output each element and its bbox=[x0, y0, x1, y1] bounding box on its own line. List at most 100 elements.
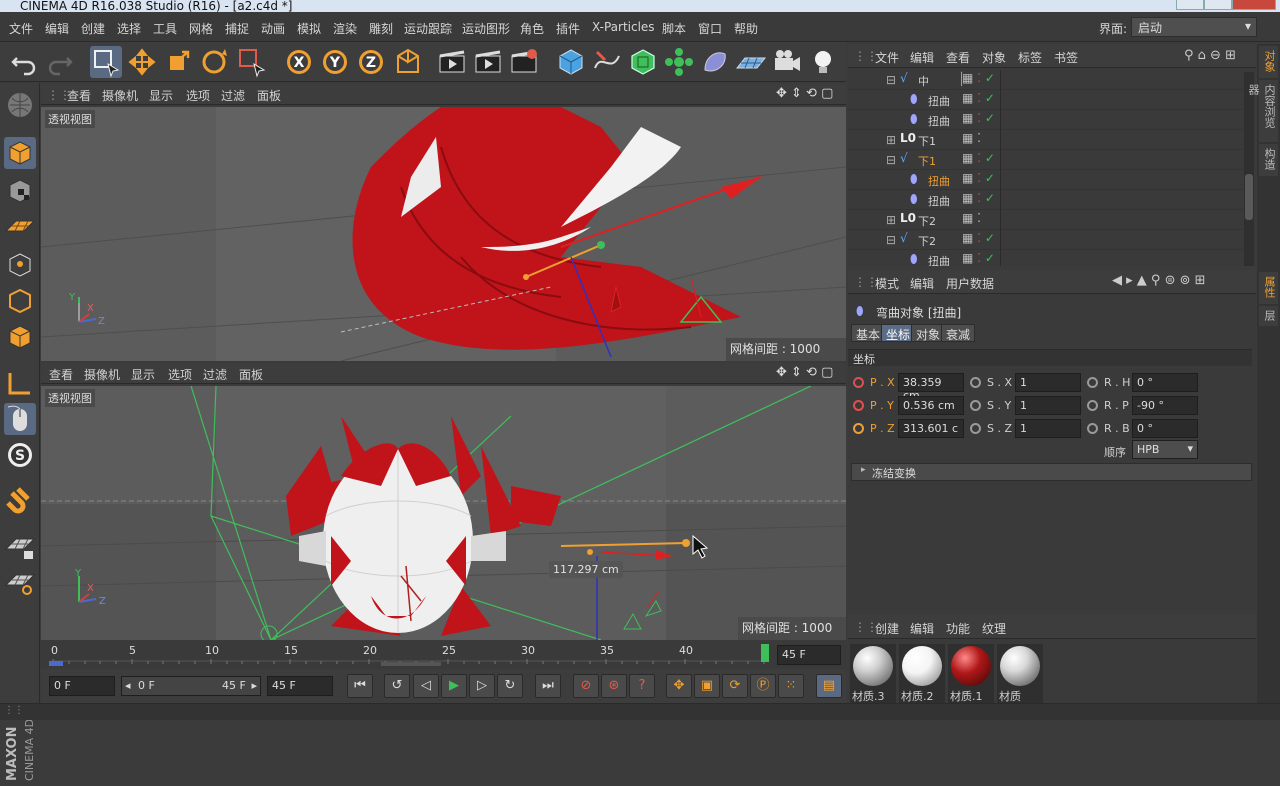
object-tree-scrollbar[interactable] bbox=[1244, 72, 1254, 266]
expand-icon[interactable]: ⊞ bbox=[886, 133, 896, 147]
add-generator-button[interactable] bbox=[627, 46, 659, 78]
rb-keyframe-icon[interactable] bbox=[1087, 423, 1098, 434]
previous-key-button[interactable]: ↺ bbox=[384, 674, 410, 698]
vp-top-menu-filter[interactable]: 过滤 bbox=[221, 87, 245, 104]
workplane-mode-button[interactable] bbox=[4, 211, 36, 243]
timeline[interactable]: 0 5 10 15 20 25 30 35 40 45 F bbox=[41, 641, 846, 669]
menu-help[interactable]: 帮助 bbox=[734, 20, 758, 37]
am-nav-icons[interactable]: ◀ ▸ ▲ ⚲ ⊜ ⊚ ⊞ bbox=[1112, 273, 1206, 288]
dock-tab-content-browser[interactable]: 内容浏览器 bbox=[1247, 80, 1278, 142]
next-key-button[interactable]: ↻ bbox=[497, 674, 523, 698]
layer-check-icons[interactable]: ▦ ⁚ ✓ bbox=[962, 111, 995, 125]
om-toolbar-icons[interactable]: ⚲ ⌂ ⊖ ⊞ bbox=[1184, 48, 1236, 63]
expand-icon[interactable]: ⊞ bbox=[886, 213, 896, 227]
viewport-nav-icons[interactable]: ✥ ⇕ ⟲ ▢ bbox=[776, 86, 833, 101]
vp-top-menu-panel[interactable]: 面板 bbox=[257, 87, 281, 104]
add-cube-button[interactable] bbox=[555, 46, 587, 78]
layer-check-icons[interactable]: ▦ ⁚ ✓ bbox=[962, 151, 995, 165]
add-deformer-button[interactable] bbox=[699, 46, 731, 78]
make-editable-button[interactable] bbox=[4, 89, 36, 121]
next-frame-button[interactable]: ▷ bbox=[469, 674, 495, 698]
menu-mograph[interactable]: 运动图形 bbox=[462, 20, 510, 37]
tree-row[interactable]: ⊟ √ 下2 ▦ ⁚ ✓ bbox=[848, 230, 1243, 250]
viewport-bottom-label[interactable]: 透视视图 bbox=[45, 389, 95, 407]
layer-check-icons[interactable]: ▦ ⁚ ✓ bbox=[962, 171, 995, 185]
material-swatch[interactable]: 材质 bbox=[997, 644, 1043, 704]
menu-script[interactable]: 脚本 bbox=[662, 20, 686, 37]
tree-row[interactable]: ⊞ L0 下1 ▦ ⁚ bbox=[848, 130, 1243, 150]
layer-check-icons[interactable]: ▦ ⁚ ✓ bbox=[962, 231, 995, 245]
viewport-top-canvas[interactable]: Y Z X 透视视图 网格间距 : 1000 cm bbox=[41, 107, 846, 361]
om-menu-view[interactable]: 查看 bbox=[946, 49, 970, 66]
layer-check-icons[interactable]: ▦ ⁚ ✓ bbox=[962, 191, 995, 205]
maximize-button[interactable] bbox=[1204, 0, 1232, 10]
rp-field[interactable]: -90 ° bbox=[1132, 396, 1198, 415]
menu-tools[interactable]: 工具 bbox=[153, 20, 177, 37]
vp-bottom-menu-options[interactable]: 选项 bbox=[168, 366, 192, 383]
viewport-top[interactable]: ⋮⋮ 查看 摄像机 显示 选项 过滤 面板 ✥ ⇕ ⟲ ▢ Y Z X 透视视图… bbox=[41, 84, 846, 361]
om-menu-edit[interactable]: 编辑 bbox=[910, 49, 934, 66]
current-frame-field[interactable]: 0 F bbox=[49, 676, 115, 696]
vp-top-menu-camera[interactable]: 摄像机 bbox=[102, 87, 138, 104]
py-keyframe-icon[interactable] bbox=[853, 400, 864, 411]
menu-x-particles[interactable]: X-Particles bbox=[592, 20, 655, 34]
lock-workplane-button[interactable] bbox=[4, 529, 36, 561]
menu-create[interactable]: 创建 bbox=[81, 20, 105, 37]
expand-icon[interactable]: ⊟ bbox=[886, 153, 896, 167]
add-spline-button[interactable] bbox=[591, 46, 623, 78]
tab-coord[interactable]: 坐标 bbox=[881, 324, 916, 342]
material-swatch[interactable]: 材质.1 bbox=[948, 644, 994, 704]
dock-tab-layers[interactable]: 层 bbox=[1259, 306, 1278, 326]
om-menu-bookmarks[interactable]: 书签 bbox=[1054, 49, 1078, 66]
polygons-mode-button[interactable] bbox=[4, 321, 36, 353]
py-field[interactable]: 0.536 cm bbox=[898, 396, 964, 415]
om-menu-tags[interactable]: 标签 bbox=[1018, 49, 1042, 66]
menu-sculpt[interactable]: 雕刻 bbox=[369, 20, 393, 37]
menu-file[interactable]: 文件 bbox=[9, 20, 33, 37]
go-to-start-button[interactable]: ⏮ bbox=[347, 674, 373, 698]
px-field[interactable]: 38.359 cm bbox=[898, 373, 964, 402]
menu-simulate[interactable]: 模拟 bbox=[297, 20, 321, 37]
menu-select[interactable]: 选择 bbox=[117, 20, 141, 37]
vp-bottom-menu-panel[interactable]: 面板 bbox=[239, 366, 263, 383]
tree-row[interactable]: ⊟ √ 中 │ ▦ ⁚ ✓ bbox=[848, 70, 1243, 90]
am-menu-userdata[interactable]: 用户数据 bbox=[946, 275, 994, 292]
viewport-top-label[interactable]: 透视视图 bbox=[45, 110, 95, 128]
max-frame-field[interactable]: 45 F bbox=[267, 676, 333, 696]
am-menu-mode[interactable]: 模式 bbox=[875, 275, 899, 292]
rb-field[interactable]: 0 ° bbox=[1132, 419, 1198, 438]
sx-field[interactable]: 1 bbox=[1015, 373, 1081, 392]
am-menu-edit[interactable]: 编辑 bbox=[910, 275, 934, 292]
mm-menu-create[interactable]: 创建 bbox=[875, 620, 899, 637]
mm-menu-edit[interactable]: 编辑 bbox=[910, 620, 934, 637]
tree-row[interactable]: ⊟ √ 下1 ▦ ⁚ ✓ bbox=[848, 150, 1243, 170]
expand-icon[interactable]: ⊟ bbox=[886, 73, 896, 87]
expand-icon[interactable]: ⊟ bbox=[886, 233, 896, 247]
tree-row[interactable]: ⊞ L0 下2 ▦ ⁚ bbox=[848, 210, 1243, 230]
key-parameter-button[interactable]: Ⓟ bbox=[750, 674, 776, 698]
layer-check-icons[interactable]: ▦ ⁚ ✓ bbox=[962, 71, 995, 85]
scale-button[interactable] bbox=[162, 46, 194, 78]
end-frame-field[interactable]: 45 F bbox=[777, 645, 841, 665]
autokeying-button[interactable]: ⊛ bbox=[601, 674, 627, 698]
key-position-button[interactable]: ✥ bbox=[666, 674, 692, 698]
vp-bottom-menu-display[interactable]: 显示 bbox=[131, 366, 155, 383]
undo-button[interactable] bbox=[8, 46, 40, 78]
rotate-button[interactable] bbox=[198, 46, 230, 78]
timeline-window-button[interactable]: ▤ bbox=[816, 674, 842, 698]
go-to-end-button[interactable]: ⏭ bbox=[535, 674, 561, 698]
layer-check-icons[interactable]: ▦ ⁚ ✓ bbox=[962, 91, 995, 105]
order-select[interactable]: HPB ▾ bbox=[1132, 440, 1198, 459]
lock-x-axis-button[interactable]: X bbox=[283, 46, 315, 78]
pz-keyframe-icon[interactable] bbox=[853, 423, 864, 434]
add-floor-button[interactable] bbox=[735, 46, 767, 78]
menu-render[interactable]: 渲染 bbox=[333, 20, 357, 37]
add-camera-button[interactable] bbox=[771, 46, 803, 78]
om-menu-file[interactable]: 文件 bbox=[875, 49, 899, 66]
tab-falloff[interactable]: 衰减 bbox=[941, 324, 976, 342]
add-mograph-button[interactable] bbox=[663, 46, 695, 78]
render-to-picture-viewer-button[interactable] bbox=[472, 46, 504, 78]
vp-top-menu-display[interactable]: 显示 bbox=[149, 87, 173, 104]
tree-row[interactable]: ⬮ 扭曲 ▦ ⁚ ✓ bbox=[848, 250, 1243, 266]
coordinate-system-button[interactable] bbox=[392, 46, 424, 78]
